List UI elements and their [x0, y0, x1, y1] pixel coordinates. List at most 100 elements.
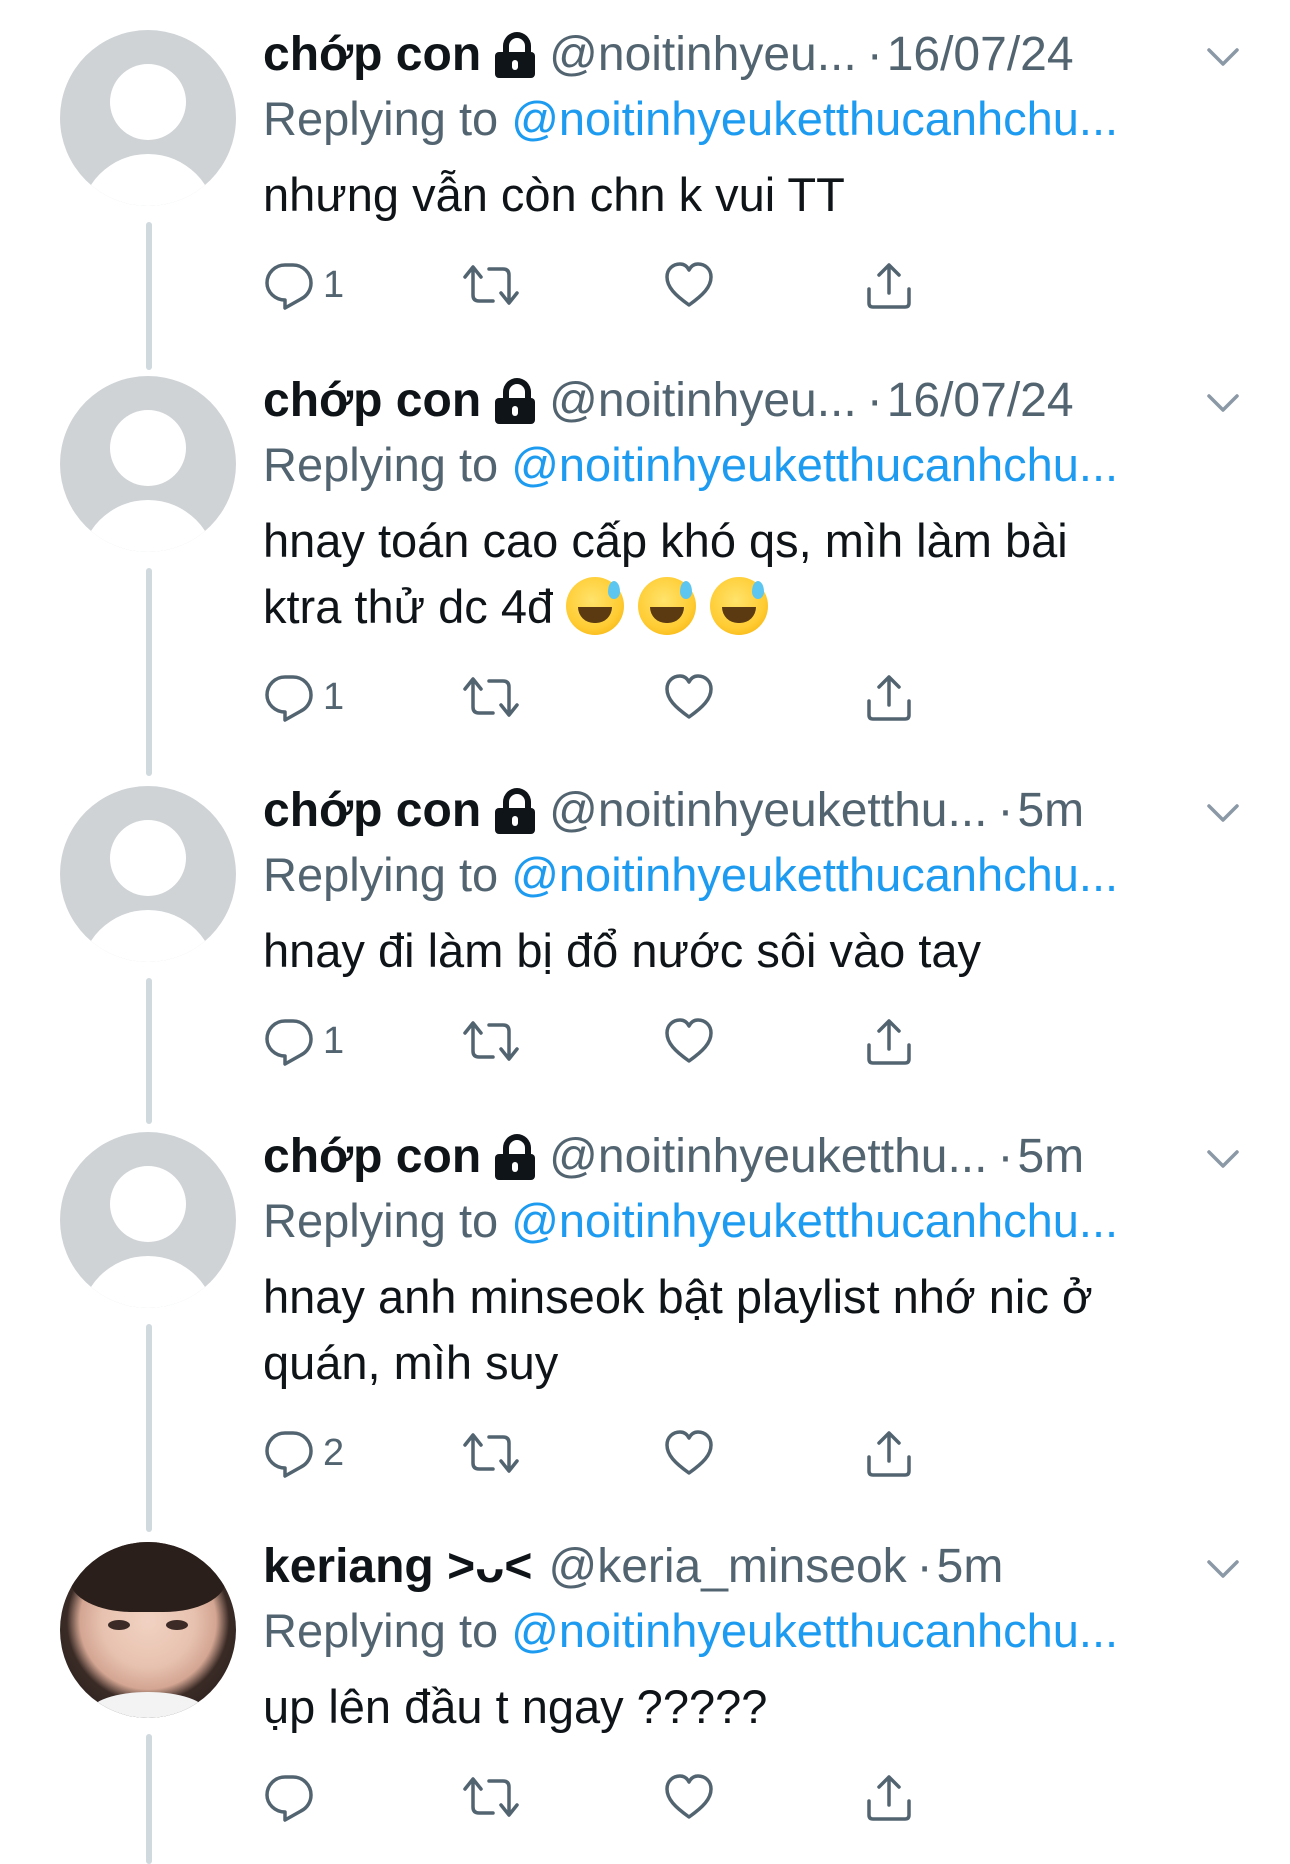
- retweet-button[interactable]: [461, 662, 521, 732]
- user-handle[interactable]: @noitinhyeu...: [549, 368, 857, 434]
- reply-button[interactable]: 1: [263, 662, 344, 732]
- reply-icon: [265, 675, 313, 722]
- user-handle[interactable]: @noitinhyeuketthu...: [549, 1124, 987, 1190]
- tweet-text-line: quán, mìh suy: [263, 1336, 559, 1389]
- tweet-header: keriang >ᴗ< @keria_minseok · 5m: [263, 1534, 1253, 1600]
- tweet-text-line: ktra thử dc 4đ: [263, 580, 554, 633]
- retweet-icon: [463, 677, 519, 717]
- action-bar: 1: [263, 1006, 1253, 1076]
- display-name[interactable]: chớp con: [263, 368, 481, 434]
- reply-icon: [265, 263, 313, 310]
- chevron-down-icon[interactable]: [1203, 1138, 1243, 1178]
- reply-mention-link[interactable]: @noitinhyeuketthucanhchu...: [511, 848, 1118, 901]
- share-button[interactable]: [863, 1418, 915, 1488]
- thread-line: [146, 568, 152, 776]
- like-button[interactable]: [663, 1006, 715, 1076]
- chevron-down-icon[interactable]: [1203, 36, 1243, 76]
- timestamp[interactable]: 16/07/24: [887, 368, 1074, 434]
- user-handle[interactable]: @noitinhyeu...: [549, 22, 857, 88]
- tweet-text: ụp lên đầu t ngay ?????: [263, 1680, 768, 1733]
- retweet-button[interactable]: [461, 1762, 521, 1832]
- retweet-button[interactable]: [461, 250, 521, 320]
- reply-mention-link[interactable]: @noitinhyeuketthucanhchu...: [511, 1194, 1118, 1247]
- reply-mention-link[interactable]: @noitinhyeuketthucanhchu...: [511, 1604, 1118, 1657]
- share-button[interactable]: [863, 250, 915, 320]
- thread-line: [146, 1324, 152, 1532]
- thread-line: [146, 222, 152, 370]
- lock-icon: [495, 1134, 536, 1180]
- display-name[interactable]: chớp con: [263, 778, 481, 844]
- separator-dot: ·: [866, 374, 883, 427]
- retweet-button[interactable]: [461, 1006, 521, 1076]
- heart-icon: [665, 262, 713, 307]
- retweet-icon: [463, 1021, 519, 1061]
- share-button[interactable]: [863, 662, 915, 732]
- action-bar: [263, 1762, 1253, 1832]
- separator-dot: ·: [866, 28, 883, 81]
- user-handle[interactable]: @noitinhyeuketthu...: [549, 778, 987, 844]
- reply-mention-link[interactable]: @noitinhyeuketthucanhchu...: [511, 92, 1118, 145]
- reply-button[interactable]: 1: [263, 1006, 344, 1076]
- lock-icon: [495, 788, 536, 834]
- display-name[interactable]: keriang >ᴗ<: [263, 1534, 532, 1600]
- like-button[interactable]: [663, 1762, 715, 1832]
- timestamp[interactable]: 5m: [1017, 1124, 1084, 1190]
- tweet-text: hnay anh minseok bật playlist nhớ nic ở …: [263, 1264, 1253, 1396]
- like-button[interactable]: [663, 662, 715, 732]
- reply-mention-link[interactable]: @noitinhyeuketthucanhchu...: [511, 438, 1118, 491]
- tweet-text: hnay toán cao cấp khó qs, mìh làm bài kt…: [263, 508, 1253, 640]
- heart-icon: [665, 1430, 713, 1475]
- display-name[interactable]: chớp con: [263, 1124, 481, 1190]
- separator-dot: ·: [997, 784, 1014, 837]
- replying-to: Replying to @noitinhyeuketthucanhchu...: [263, 92, 1119, 145]
- retweet-icon: [463, 1433, 519, 1473]
- action-bar: 1: [263, 662, 1253, 732]
- retweet-icon: [463, 1777, 519, 1817]
- timestamp[interactable]: 5m: [937, 1534, 1004, 1600]
- retweet-button[interactable]: [461, 1418, 521, 1488]
- tweet-header: chớp con @noitinhyeuketthu... · 5m: [263, 1124, 1253, 1190]
- share-icon: [867, 1431, 911, 1477]
- tweet-header: chớp con @noitinhyeu... · 16/07/24: [263, 368, 1253, 434]
- avatar[interactable]: [60, 786, 236, 962]
- avatar[interactable]: [60, 376, 236, 552]
- reply-count: 1: [323, 1019, 345, 1062]
- display-name[interactable]: chớp con: [263, 22, 481, 88]
- chevron-down-icon[interactable]: [1203, 1548, 1243, 1588]
- reply-icon: [265, 1019, 313, 1066]
- lock-icon: [495, 32, 536, 78]
- tweet-text: hnay đi làm bị đổ nước sôi vào tay: [263, 924, 982, 977]
- retweet-icon: [463, 265, 519, 305]
- chevron-down-icon[interactable]: [1203, 382, 1243, 422]
- tweet-text-line: hnay anh minseok bật playlist nhớ nic ở: [263, 1270, 1093, 1323]
- share-icon: [867, 263, 911, 309]
- reply-button[interactable]: [263, 1762, 323, 1832]
- timestamp[interactable]: 5m: [1017, 778, 1084, 844]
- separator-dot: ·: [916, 1540, 933, 1593]
- avatar[interactable]: [60, 1132, 236, 1308]
- avatar[interactable]: [60, 30, 236, 206]
- sweat-smile-emoji: [638, 577, 697, 635]
- sweat-smile-emoji: [710, 577, 769, 635]
- like-button[interactable]: [663, 250, 715, 320]
- user-handle[interactable]: @keria_minseok: [548, 1534, 906, 1600]
- heart-icon: [665, 674, 713, 719]
- timestamp[interactable]: 16/07/24: [887, 22, 1074, 88]
- lock-icon: [495, 378, 536, 424]
- action-bar: 1: [263, 250, 1253, 320]
- like-button[interactable]: [663, 1418, 715, 1488]
- reply-button[interactable]: 1: [263, 250, 344, 320]
- replying-to: Replying to @noitinhyeuketthucanhchu...: [263, 1604, 1119, 1657]
- reply-count: 1: [323, 263, 345, 306]
- share-button[interactable]: [863, 1762, 915, 1832]
- share-icon: [867, 1019, 911, 1065]
- avatar[interactable]: [60, 1542, 236, 1718]
- reply-button[interactable]: 2: [263, 1418, 344, 1488]
- action-bar: 2: [263, 1418, 1253, 1488]
- heart-icon: [665, 1774, 713, 1819]
- chevron-down-icon[interactable]: [1203, 792, 1243, 832]
- sweat-smile-emoji: [566, 577, 625, 635]
- reply-count: 1: [323, 675, 345, 718]
- share-button[interactable]: [863, 1006, 915, 1076]
- tweet-text-line: hnay toán cao cấp khó qs, mìh làm bài: [263, 514, 1068, 567]
